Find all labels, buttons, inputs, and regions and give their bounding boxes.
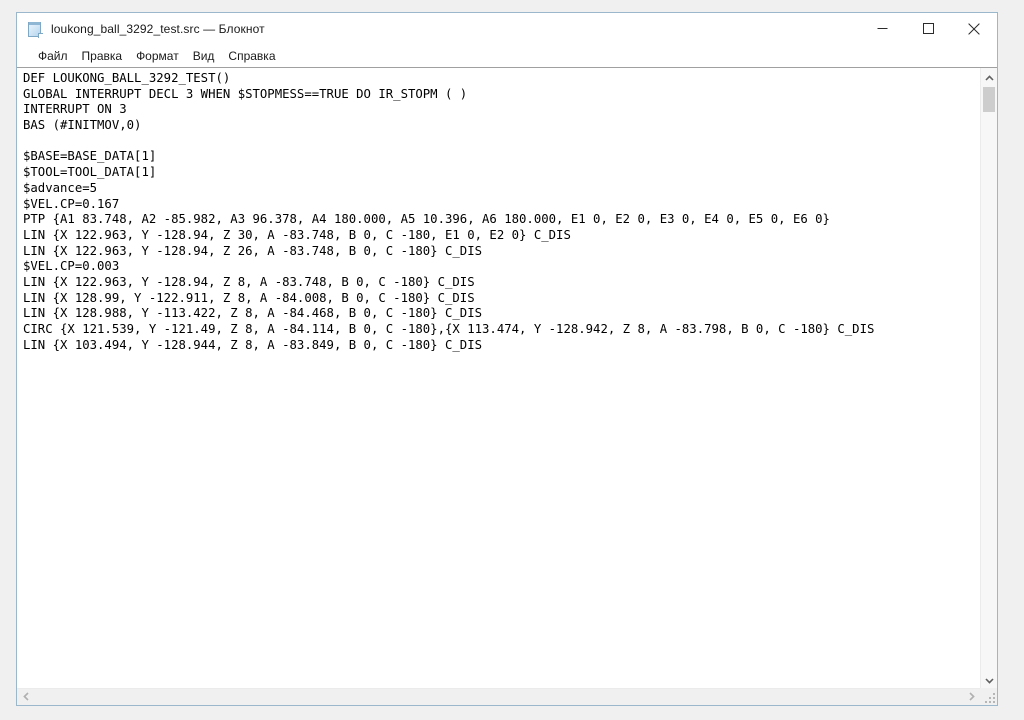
maximize-button[interactable] [905, 13, 951, 44]
window-title: loukong_ball_3292_test.src — Блокнот [51, 22, 265, 36]
chevron-right-icon [968, 688, 975, 705]
close-button[interactable] [951, 13, 997, 44]
code-line: BAS (#INITMOV,0) [23, 118, 142, 133]
scroll-down-button[interactable] [981, 671, 997, 688]
code-line: LIN {X 122.963, Y -128.94, Z 30, A -83.7… [23, 227, 571, 242]
horizontal-scrollbar[interactable] [17, 688, 980, 705]
code-line: LIN {X 103.494, Y -128.944, Z 8, A -83.8… [23, 337, 483, 352]
code-line: $VEL.CP=0.003 [23, 259, 120, 274]
editor-container: DEF LOUKONG_BALL_3292_TEST() GLOBAL INTER… [17, 67, 997, 705]
scroll-up-button[interactable] [981, 68, 997, 85]
close-icon [968, 22, 980, 35]
code-line: GLOBAL INTERRUPT DECL 3 WHEN $STOPMESS==… [23, 86, 468, 101]
code-line: $TOOL=TOOL_DATA[1] [23, 165, 157, 180]
minimize-button[interactable] [859, 13, 905, 44]
code-line: $advance=5 [23, 180, 98, 195]
vertical-scrollbar[interactable] [980, 68, 997, 688]
code-line: LIN {X 122.963, Y -128.94, Z 26, A -83.7… [23, 243, 483, 258]
text-editor[interactable]: DEF LOUKONG_BALL_3292_TEST() GLOBAL INTER… [17, 68, 980, 688]
code-line: CIRC {X 121.539, Y -121.49, Z 8, A -84.1… [23, 322, 875, 336]
menu-item-help[interactable]: Справка [221, 47, 282, 65]
caption-button-group [859, 13, 997, 44]
code-line: $VEL.CP=0.167 [23, 196, 120, 211]
code-line: LIN {X 122.963, Y -128.94, Z 8, A -83.74… [23, 274, 475, 289]
menu-item-view[interactable]: Вид [186, 47, 222, 65]
notepad-window: loukong_ball_3292_test.src — Блокнот Фай… [16, 12, 998, 706]
chevron-up-icon [984, 68, 994, 86]
code-line: PTP {A1 83.748, A2 -85.982, A3 96.378, A… [23, 212, 830, 227]
desktop-background: loukong_ball_3292_test.src — Блокнот Фай… [0, 0, 1024, 720]
scroll-left-button[interactable] [17, 689, 34, 705]
source-code-text: DEF LOUKONG_BALL_3292_TEST() GLOBAL INTER… [23, 71, 980, 353]
notepad-icon [27, 21, 43, 38]
maximize-icon [922, 23, 934, 34]
minimize-icon [877, 23, 888, 34]
code-line: LIN {X 128.99, Y -122.911, Z 8, A -84.00… [23, 290, 475, 305]
code-line: LIN {X 128.988, Y -113.422, Z 8, A -84.4… [23, 306, 483, 321]
resize-grip-icon[interactable] [980, 688, 997, 705]
title-bar[interactable]: loukong_ball_3292_test.src — Блокнот [17, 13, 997, 45]
code-line: INTERRUPT ON 3 [23, 102, 127, 117]
code-line: $BASE=BASE_DATA[1] [23, 149, 157, 164]
chevron-down-icon [984, 671, 994, 689]
menu-item-file[interactable]: Файл [31, 47, 75, 65]
menu-item-edit[interactable]: Правка [75, 47, 130, 65]
menu-item-format[interactable]: Формат [129, 47, 186, 65]
scroll-right-button[interactable] [963, 689, 980, 705]
chevron-left-icon [22, 688, 29, 705]
menu-bar: Файл Правка Формат Вид Справка [17, 45, 997, 67]
vertical-scrollbar-thumb[interactable] [983, 87, 995, 112]
code-line: DEF LOUKONG_BALL_3292_TEST() [23, 71, 231, 85]
